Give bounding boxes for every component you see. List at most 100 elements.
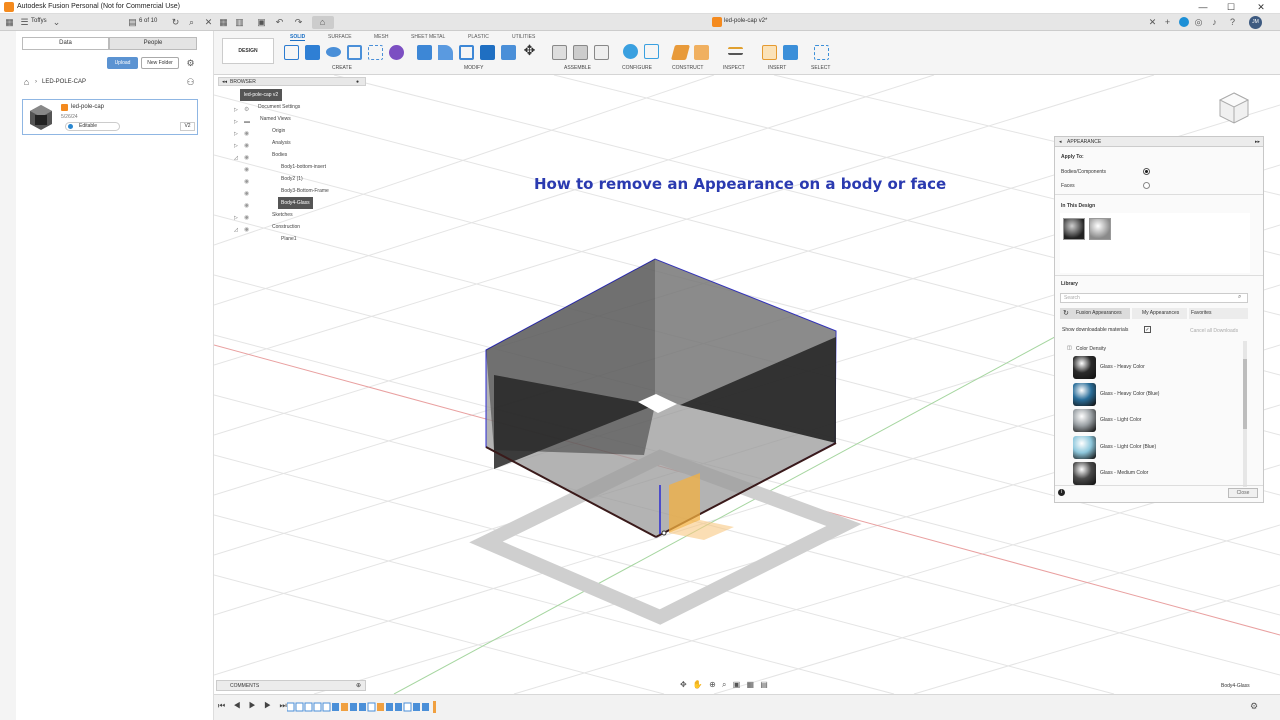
create-menu[interactable]: CREATE xyxy=(332,65,352,71)
tab-favorites[interactable]: Favorites xyxy=(1189,308,1248,319)
material-item[interactable]: Glass - Light Color xyxy=(1069,408,1245,433)
close-button[interactable]: Close xyxy=(1228,488,1258,498)
create-sketch-icon[interactable] xyxy=(284,45,299,60)
new-component-icon[interactable] xyxy=(552,45,567,60)
redo-icon[interactable]: ↷ xyxy=(293,17,304,28)
extrude-icon[interactable] xyxy=(305,45,320,60)
material-item[interactable]: Glass - Light Color (Blue) xyxy=(1069,435,1245,460)
assemble-menu[interactable]: ASSEMBLE xyxy=(564,65,591,71)
save-icon[interactable]: ▣ xyxy=(256,17,267,28)
tab-mesh[interactable]: MESH xyxy=(374,34,388,40)
tab-utilities[interactable]: UTILITIES xyxy=(512,34,535,40)
split-icon[interactable] xyxy=(501,45,516,60)
insert-image-icon[interactable] xyxy=(783,45,798,60)
tab-people[interactable]: People xyxy=(109,37,197,50)
configuration-table-icon[interactable] xyxy=(644,44,659,59)
hole-icon[interactable] xyxy=(347,45,362,60)
new-folder-button[interactable]: New Folder xyxy=(141,57,179,69)
as-built-joint-icon[interactable] xyxy=(594,45,609,60)
visibility-icons[interactable]: ⚙ ▬ ◉ ◉ ◉ ◉ ◉ ◉ ◉ ◉ ◉ xyxy=(244,104,252,254)
construction[interactable]: Construction xyxy=(272,221,300,233)
close-tab-icon[interactable]: ✕ xyxy=(1147,17,1158,28)
timeline-settings-icon[interactable]: ⚙ xyxy=(1250,701,1258,712)
bodies-radio[interactable] xyxy=(1143,168,1150,175)
insert-menu[interactable]: INSERT xyxy=(768,65,786,71)
view-cube[interactable] xyxy=(1214,89,1254,129)
combine-icon[interactable] xyxy=(480,45,495,60)
material-item[interactable]: Glass - Heavy Color (Blue) xyxy=(1069,382,1245,407)
close-icon[interactable]: ✕ xyxy=(203,17,214,28)
press-pull-icon[interactable] xyxy=(417,45,432,60)
configure-menu[interactable]: CONFIGURE xyxy=(622,65,652,71)
modify-menu[interactable]: MODIFY xyxy=(464,65,483,71)
measure-icon[interactable] xyxy=(728,47,743,55)
box-icon[interactable] xyxy=(368,45,383,60)
timeline-features[interactable] xyxy=(286,701,439,713)
insert-mesh-icon[interactable] xyxy=(762,45,777,60)
plane1[interactable]: Plane1 xyxy=(281,233,297,245)
tab-my-appearances[interactable]: My Appearances xyxy=(1132,308,1187,319)
configure-icon[interactable] xyxy=(623,44,638,59)
inspect-menu[interactable]: INSPECT xyxy=(723,65,745,71)
job-status-icon[interactable]: ◎ xyxy=(1193,17,1204,28)
pin-icon[interactable]: ● xyxy=(356,79,359,85)
minimize-button[interactable]: — xyxy=(1192,1,1214,13)
appearance-swatch-default[interactable] xyxy=(1089,218,1111,240)
body1[interactable]: Body1-bottom-insert xyxy=(281,161,326,173)
upload-button[interactable]: Upload xyxy=(107,57,138,69)
home-tab[interactable]: ⌂ xyxy=(312,16,334,29)
collapse-icon[interactable]: ◂◂ xyxy=(222,79,227,85)
form-icon[interactable] xyxy=(389,45,404,60)
appearance-swatch-glass[interactable] xyxy=(1063,218,1085,240)
close-window-button[interactable]: ✕ xyxy=(1250,1,1272,13)
breadcrumb-folder[interactable]: LED-POLE-CAP xyxy=(42,79,86,85)
body3[interactable]: Body3-Bottom-Frame xyxy=(281,185,329,197)
file-card[interactable]: led-pole-cap 5/26/24 Editable V2 xyxy=(22,99,198,135)
bodies-folder[interactable]: Bodies xyxy=(272,149,287,161)
maximize-button[interactable]: ☐ xyxy=(1220,1,1242,13)
move-icon[interactable]: ✥ xyxy=(522,43,537,58)
data-panel-toggle-icon[interactable]: ▦ xyxy=(4,17,15,28)
help-icon[interactable]: ? xyxy=(1227,17,1238,28)
info-icon[interactable]: i xyxy=(1058,489,1065,496)
add-user-icon[interactable]: ⚇ xyxy=(185,77,196,88)
timeline-controls[interactable]: ⏮ ◀ ▶ ▶ ⏭ xyxy=(218,701,290,711)
extensions-icon[interactable] xyxy=(1179,17,1189,27)
file-menu-icon[interactable]: ▥ xyxy=(234,17,245,28)
midplane-icon[interactable] xyxy=(694,45,709,60)
offset-plane-icon[interactable] xyxy=(670,45,691,60)
chevron-down-icon[interactable]: ⌄ xyxy=(51,17,62,28)
search-icon[interactable]: ⌕ xyxy=(186,17,197,28)
notifications-icon[interactable]: ♪ xyxy=(1209,17,1220,28)
editable-status-dropdown[interactable]: Editable xyxy=(65,122,120,131)
document-settings[interactable]: Document Settings xyxy=(258,101,300,113)
tab-surface[interactable]: SURFACE xyxy=(328,34,352,40)
refresh-icon[interactable]: ↻ xyxy=(1063,309,1069,317)
workspace-switcher[interactable]: DESIGN xyxy=(222,38,274,64)
show-downloadable-checkbox[interactable]: ✓ xyxy=(1144,326,1151,333)
joint-icon[interactable] xyxy=(573,45,588,60)
expand-dialog-icon[interactable]: ▸▸ xyxy=(1255,139,1260,145)
color-density-folder[interactable]: Color Density xyxy=(1076,346,1106,352)
material-item[interactable]: Glass - Medium Color xyxy=(1069,461,1245,486)
tab-plastic[interactable]: PLASTIC xyxy=(468,34,489,40)
navigation-bar[interactable]: ✥ ✋ ⊕ ⌕ ▣ ▦ ▤ xyxy=(680,680,800,692)
tab-fusion-appearances[interactable]: Fusion Appearances xyxy=(1060,308,1130,319)
refresh-icon[interactable]: ↻ xyxy=(170,17,181,28)
team-selector[interactable]: Toffys xyxy=(31,18,47,24)
fillet-icon[interactable] xyxy=(438,45,453,60)
new-tab-icon[interactable]: + xyxy=(1162,17,1173,28)
home-icon[interactable]: ⌂ xyxy=(21,77,32,88)
document-tab[interactable]: led-pole-cap v2* xyxy=(724,18,767,24)
construct-menu[interactable]: CONSTRUCT xyxy=(672,65,703,71)
avatar[interactable]: JM xyxy=(1249,16,1262,29)
grid-icon[interactable]: ▦ xyxy=(218,17,229,28)
comments-toggle-icon[interactable]: ⊕ xyxy=(356,682,361,689)
cancel-downloads-link[interactable]: Cancel all Downloads xyxy=(1190,328,1238,334)
search-input[interactable]: Search xyxy=(1060,293,1248,303)
faces-radio[interactable] xyxy=(1143,182,1150,189)
settings-gear-icon[interactable]: ⚙ xyxy=(185,58,196,69)
body4-selected[interactable]: Body4-Glass xyxy=(278,197,313,209)
browser-root[interactable]: led-pole-cap v2 xyxy=(240,89,283,101)
tab-solid[interactable]: SOLID xyxy=(290,34,306,41)
